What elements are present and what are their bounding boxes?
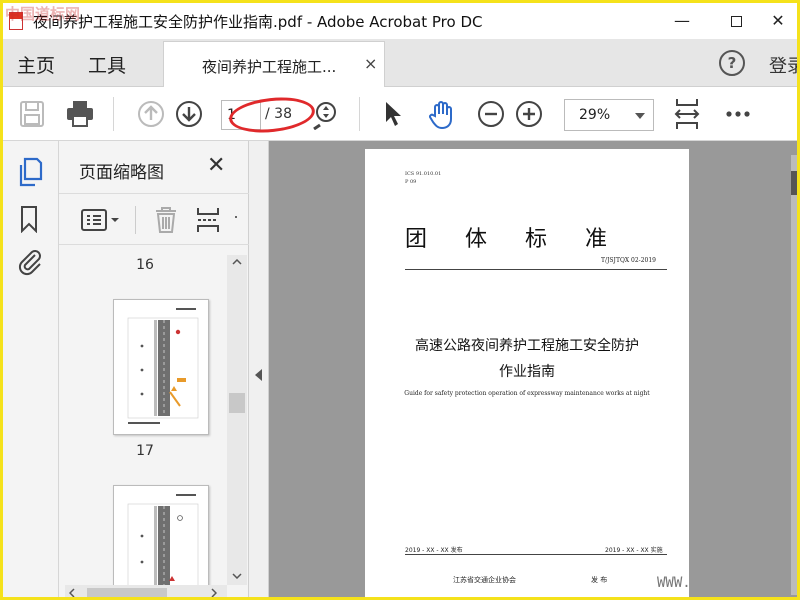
doc-heading: 团体标准 — [405, 227, 646, 252]
previous-page-icon[interactable] — [137, 100, 165, 128]
app-window: 夜间养护工程施工安全防护作业指南.pdf - Adobe Acrobat Pro… — [0, 0, 800, 600]
zoom-value: 29% — [579, 107, 611, 123]
select-cursor-icon[interactable] — [383, 100, 403, 128]
tab-document[interactable]: 夜间养护工程施工... × — [163, 41, 385, 87]
navigation-pane-rail — [3, 141, 59, 597]
doc-title-line2: 作业指南 — [499, 364, 555, 380]
title-bar: 夜间养护工程施工安全防护作业指南.pdf - Adobe Acrobat Pro… — [3, 3, 797, 39]
bookmark-icon[interactable] — [17, 205, 41, 233]
fit-page-icon[interactable] — [673, 97, 701, 131]
page-number-label: 17 — [136, 443, 154, 459]
chevron-down-icon — [635, 113, 645, 119]
zoom-in-icon[interactable] — [515, 100, 543, 128]
close-panel-button[interactable]: ✕ — [207, 153, 225, 178]
page-thumbnails-panel: 页面缩略图 ✕ 16 17 — [59, 141, 249, 598]
panel-title: 页面缩略图 — [79, 163, 164, 183]
zoom-search-icon[interactable] — [311, 100, 339, 130]
nav-home[interactable]: 主页 — [17, 51, 55, 78]
doc-standard-number: T/JSJTQX 02-2019 — [601, 257, 656, 264]
close-window-button[interactable]: ✕ — [755, 3, 797, 39]
insert-page-icon[interactable] — [195, 206, 221, 234]
thumbnail-scrollbar[interactable] — [227, 255, 247, 585]
main-toolbar: 1 / 38 29% — [3, 87, 797, 141]
hand-tool-icon[interactable] — [427, 100, 457, 130]
document-view[interactable]: ICS 91.010.01 P 09 团体标准 T/JSJTQX 02-2019… — [269, 141, 797, 597]
page-thumbnail[interactable] — [113, 485, 209, 587]
maximize-button[interactable] — [713, 3, 759, 39]
doc-implementation-date: 2019 - XX - XX 实施 — [605, 547, 663, 554]
toolbar-divider — [135, 206, 136, 234]
attachment-icon[interactable] — [17, 247, 43, 277]
doc-issue-date: 2019 - XX - XX 发布 — [405, 547, 463, 554]
doc-divider — [405, 269, 667, 270]
scrollbar-thumb[interactable] — [791, 171, 797, 195]
chevron-down-icon[interactable] — [232, 573, 242, 579]
chevron-right-icon[interactable] — [211, 588, 217, 598]
maximize-icon — [730, 16, 742, 27]
sign-in-link[interactable]: 登录 — [769, 52, 797, 78]
thumbnail-preview — [127, 494, 199, 587]
doc-publish-label: 发 布 — [591, 576, 608, 584]
help-icon[interactable]: ? — [719, 50, 745, 76]
zoom-out-icon[interactable] — [477, 100, 505, 128]
scrollbar-thumb[interactable] — [87, 588, 167, 597]
panel-toolbar — [59, 193, 249, 245]
document-scrollbar[interactable] — [791, 155, 797, 595]
minimize-button[interactable]: — — [659, 3, 705, 39]
page-number-label: 16 — [136, 257, 154, 273]
doc-divider — [405, 554, 667, 555]
thumbnail-horizontal-scrollbar[interactable] — [65, 585, 227, 598]
thumbnail-list: 16 17 — [59, 247, 231, 587]
chevron-left-icon — [255, 369, 262, 381]
toolbar-divider — [359, 97, 360, 131]
doc-ics-code: ICS 91.010.01 — [405, 171, 442, 177]
doc-p-code: P 09 — [405, 179, 417, 185]
thumbnail-options-icon[interactable] — [81, 208, 121, 232]
doc-english-title: Guide for safety protection operation of… — [404, 390, 650, 397]
top-navigation: 主页 工具 夜间养护工程施工... × ? 登录 — [3, 39, 797, 87]
doc-publisher: 江苏省交通企业协会 — [453, 576, 516, 584]
thumbnail-preview — [127, 308, 199, 424]
zoom-select[interactable]: 29% — [564, 99, 654, 131]
chevron-up-icon[interactable] — [232, 259, 242, 265]
tab-close-button[interactable]: × — [364, 54, 377, 73]
scrollbar-thumb[interactable] — [229, 393, 245, 413]
doc-title-line1: 高速公路夜间养护工程施工安全防护 — [415, 338, 639, 354]
page-thumbnails-icon[interactable] — [17, 157, 43, 187]
more-options-icon[interactable] — [725, 110, 751, 118]
next-page-icon[interactable] — [175, 100, 203, 128]
nav-tools[interactable]: 工具 — [88, 51, 126, 78]
window-title: 夜间养护工程施工安全防护作业指南.pdf - Adobe Acrobat Pro… — [33, 13, 483, 31]
watermark-text: WWW. — [657, 575, 691, 591]
delete-page-icon[interactable] — [153, 206, 179, 234]
collapse-pane-handle[interactable] — [249, 141, 269, 597]
pdf-page[interactable]: ICS 91.010.01 P 09 团体标准 T/JSJTQX 02-2019… — [365, 149, 689, 597]
more-dot — [235, 216, 237, 218]
print-icon[interactable] — [65, 100, 95, 128]
watermark-logo: 中国道标网 — [5, 5, 81, 23]
toolbar-divider — [113, 97, 114, 131]
tab-document-label: 夜间养护工程施工... — [202, 58, 337, 76]
save-icon[interactable] — [19, 100, 45, 128]
chevron-left-icon[interactable] — [69, 588, 75, 598]
page-thumbnail[interactable] — [113, 299, 209, 435]
